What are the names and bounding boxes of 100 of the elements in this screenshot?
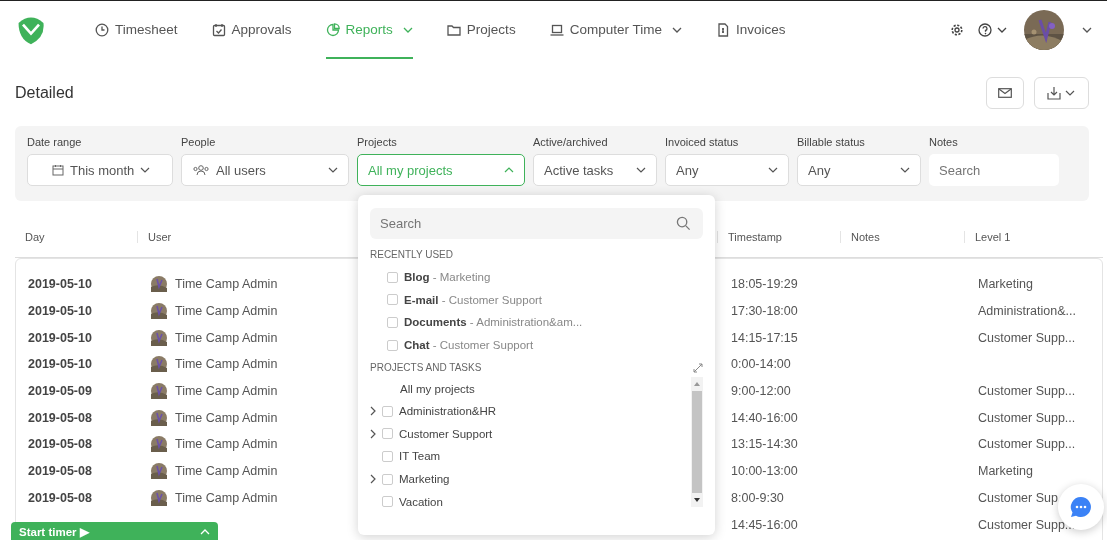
envelope-icon [998,88,1012,98]
checkbox[interactable] [382,428,393,440]
table-cell: Time Camp Admin [175,490,278,505]
table-cell: Customer Supp... [978,410,1076,425]
project-search-field[interactable]: Search [370,208,703,239]
chat-icon [1069,495,1093,519]
table-cell-text: 13:15-14:30 [730,437,799,452]
table-cell-text: 2019-05-10 [27,304,93,319]
table-cell-text: 10:00-13:00 [730,464,799,479]
filter-select[interactable]: Active tasks [533,154,657,186]
pie-chart-icon [325,22,340,37]
filter-select[interactable]: Any [797,154,921,186]
page-title: Detailed [15,84,74,102]
table-cell: Customer Supp... [978,330,1076,345]
filter-select[interactable]: All users [181,154,349,186]
calendar-icon [52,164,64,176]
table-cell-text: 2019-05-08 [27,490,93,505]
filter-label: Invoiced status [665,136,740,150]
checkbox[interactable] [387,317,398,328]
laptop-icon [549,22,564,37]
nav-tab[interactable]: Invoices [715,0,786,59]
section-heading: PROJECTS AND TASKS [370,362,482,374]
table-cell: Customer Supp... [978,517,1076,532]
table-cell-text: 2019-05-08 [27,464,93,479]
checkbox[interactable] [382,405,393,417]
recent-item[interactable]: E-mail - Customer Support [370,288,703,312]
tree-item[interactable]: Administration&HR [399,405,497,418]
filter-label: Billable status [797,136,866,150]
filter-label: Date range [27,136,83,150]
recent-item[interactable]: Documents - Administration&am... [370,311,703,334]
table-cell: Time Camp Admin [175,304,278,319]
download-icon [1046,86,1077,100]
calendar-icon [211,22,226,37]
people-icon [192,164,210,176]
filter-select[interactable]: Any [665,154,789,186]
table-cell-text: 2019-05-10 [27,277,93,292]
tree-item[interactable]: IT Team [399,450,441,463]
caret-icon [140,167,151,173]
filter-label: Projects [357,136,398,150]
nav-tab[interactable]: Projects [446,0,516,59]
nav-tab[interactable]: Timesheet [95,0,178,59]
checkbox[interactable] [387,294,398,306]
table-cell-text: 2019-05-10 [27,357,93,372]
scroll-down-icon[interactable] [693,497,701,504]
scrollbar[interactable] [691,377,703,508]
caret-icon[interactable] [1082,26,1092,33]
clock-icon [95,22,109,37]
folder-icon [446,22,461,37]
filter-select[interactable]: This month [27,154,173,186]
document-icon [715,22,730,37]
table-cell: Time Camp Admin [175,410,278,425]
tree-item[interactable]: Customer Support [399,427,493,440]
table-cell-text: 14:45-16:00 [730,517,799,532]
nav-tab[interactable]: Computer Time [549,0,682,59]
table-cell-text: 2019-05-10 [27,330,93,345]
table-cell: Customer Supp... [978,384,1076,399]
export-button[interactable] [1034,77,1089,109]
email-button[interactable] [986,77,1024,109]
settings-icon[interactable] [950,22,964,37]
tree-item[interactable]: All my projects [370,377,691,400]
table-cell-text: 14:40-16:00 [730,410,799,425]
filter-label: Notes [929,136,959,150]
checkbox[interactable] [382,450,393,462]
checkbox[interactable] [387,271,398,283]
scroll-up-icon[interactable] [693,381,701,388]
table-cell-text: 0:00-14:00 [730,357,792,372]
checkbox[interactable] [387,339,398,351]
table-cell-text: 17:30-18:00 [730,304,799,319]
table-cell: Time Camp Admin [175,330,278,345]
item-label: Blog - Marketing [404,271,491,284]
table-cell-text: 2019-05-08 [27,437,93,452]
nav-tab[interactable]: Approvals [211,0,292,59]
column-header: Day [15,231,138,243]
tree-item[interactable]: Marketing [399,473,450,486]
caret-icon [504,167,514,173]
item-label: Chat - Customer Support [404,339,534,352]
table-cell-text: 9:00-12:00 [730,384,792,399]
recent-item[interactable]: Chat - Customer Support [370,333,703,357]
checkbox[interactable] [382,473,393,485]
table-cell-text: 18:05-19:29 [730,277,799,292]
expand-icon[interactable] [693,362,703,373]
table-cell: Time Camp Admin [175,384,278,399]
table-cell-text: 2019-05-08 [27,410,93,425]
checkbox[interactable] [382,496,393,508]
table-cell: Time Camp Admin [175,277,278,292]
notes-search-field[interactable]: Search [929,154,1059,186]
table-cell: Marketing [978,464,1033,479]
table-cell: Administration&... [978,304,1076,319]
filter-label: People [181,136,217,150]
table-cell: Time Camp Admin [175,437,278,452]
item-label: E-mail - Customer Support [404,293,543,306]
recent-item[interactable]: Blog - Marketing [370,266,703,289]
tree-item[interactable]: Vacation [399,495,443,508]
item-label: Documents - Administration&am... [404,316,583,329]
caret-icon [768,167,778,173]
caret-icon [900,167,910,173]
table-cell: Time Camp Admin [175,357,278,372]
column-header: Timestamp [718,231,841,243]
section-heading: RECENTLY USED [370,249,454,260]
table-cell-text: 2019-05-09 [27,384,93,399]
